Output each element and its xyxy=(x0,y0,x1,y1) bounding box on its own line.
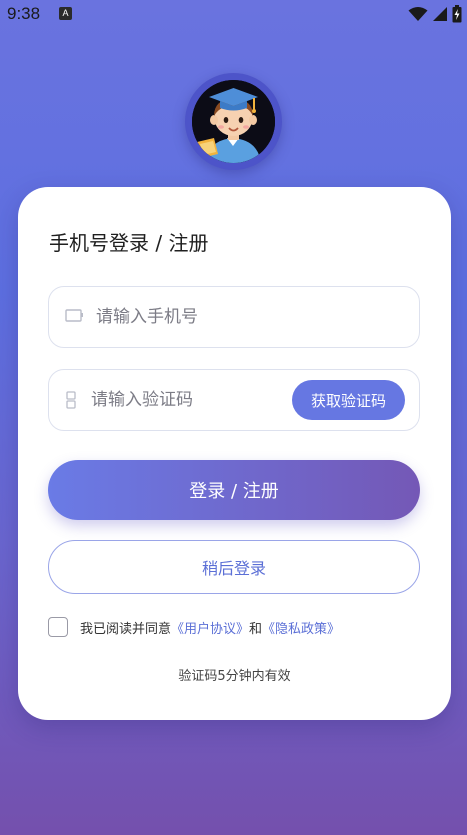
signal-icon xyxy=(433,7,447,21)
code-input[interactable] xyxy=(91,370,281,430)
avatar-student-icon xyxy=(192,80,275,163)
code-icon xyxy=(66,391,76,409)
status-time: 9:38 xyxy=(7,4,41,23)
agreement-and: 和 xyxy=(249,621,263,637)
phone-field[interactable] xyxy=(48,286,420,348)
status-icons xyxy=(408,5,462,23)
battery-icon xyxy=(452,5,462,23)
phone-icon xyxy=(65,309,83,322)
agreement-checkbox[interactable] xyxy=(48,617,68,637)
agreement-row: 我已阅读并同意 《用户协议》 和 《隐私政策》 xyxy=(48,616,340,638)
phone-input[interactable] xyxy=(96,287,286,347)
user-agreement-link[interactable]: 《用户协议》 xyxy=(171,618,249,637)
login-later-button[interactable]: 稍后登录 xyxy=(48,540,420,594)
login-card: 手机号登录 / 注册 获取验证码 登录 / 注册 稍后登录 我已阅读并同意 《用… xyxy=(18,187,451,720)
get-code-button[interactable]: 获取验证码 xyxy=(292,380,405,420)
avatar-image xyxy=(192,80,275,163)
wifi-icon xyxy=(408,7,428,21)
privacy-policy-link[interactable]: 《隐私政策》 xyxy=(262,618,340,637)
code-field[interactable]: 获取验证码 xyxy=(48,369,420,431)
code-validity-note: 验证码5分钟内有效 xyxy=(178,669,291,684)
login-title: 手机号登录 / 注册 xyxy=(49,231,209,255)
agreement-prefix: 我已阅读并同意 xyxy=(80,621,172,637)
notification-a-icon: A xyxy=(59,7,72,20)
login-register-button[interactable]: 登录 / 注册 xyxy=(48,460,420,520)
status-bar: 9:38 A xyxy=(0,0,467,30)
avatar xyxy=(185,73,282,170)
